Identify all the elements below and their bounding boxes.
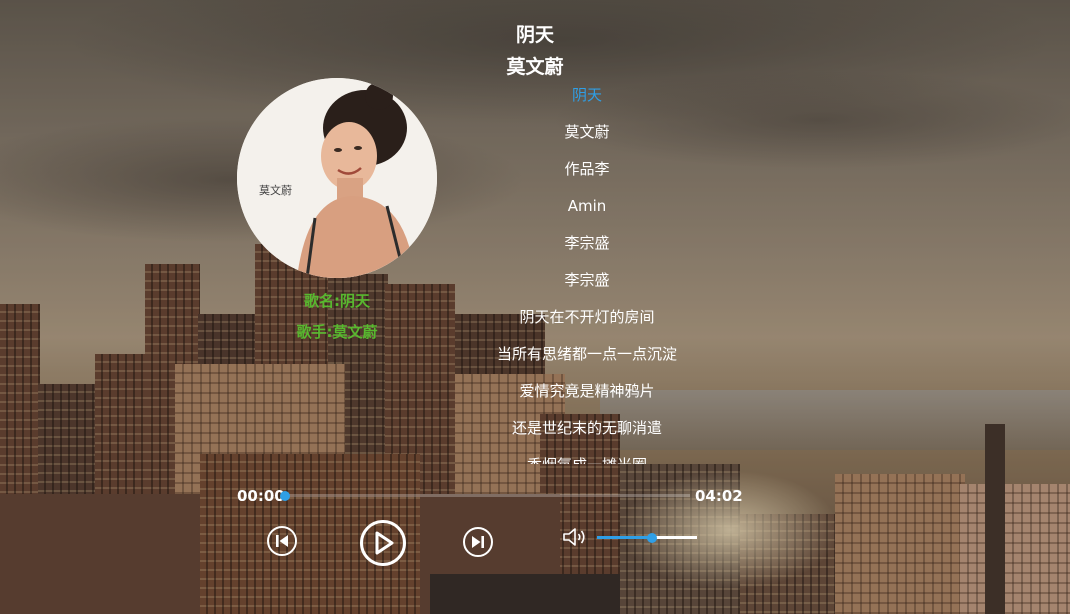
next-button[interactable] — [462, 526, 494, 558]
cover-text: 莫文蔚 — [259, 183, 292, 197]
lyric-line: 爱情究竟是精神鸦片 — [519, 382, 655, 400]
volume-button[interactable] — [562, 526, 588, 548]
volume-icon — [563, 528, 585, 546]
progress-knob[interactable] — [280, 490, 290, 501]
song-name-label: 歌名:阴天 — [304, 292, 370, 310]
current-time: 00:00 — [237, 487, 285, 505]
lyric-line: 李宗盛 — [564, 271, 610, 289]
song-artist: 莫文蔚 — [506, 56, 564, 78]
lyric-line: 李宗盛 — [564, 234, 610, 252]
lyric-line: 阴天在不开灯的房间 — [519, 308, 655, 326]
singer-label: 歌手:莫文蔚 — [296, 323, 378, 341]
song-title: 阴天 — [515, 24, 554, 46]
previous-button[interactable] — [266, 525, 298, 557]
lyric-line: 当所有思绪都一点一点沉淀 — [496, 345, 677, 363]
play-button[interactable] — [359, 519, 407, 567]
skip-next-icon — [463, 527, 493, 557]
progress-bar[interactable] — [280, 490, 690, 501]
total-time: 04:02 — [695, 487, 743, 505]
skip-previous-icon — [267, 526, 297, 556]
album-cover: 莫文蔚 — [237, 78, 437, 278]
lyric-line: 香烟氧成一摊光圈 — [437, 454, 737, 464]
lyrics-panel[interactable]: 阴天 莫文蔚 作品李 Amin 李宗盛 李宗盛 阴天在不开灯的房间 当所有思绪都一点一点沉淀爱… — [437, 84, 737, 464]
lyric-line: Amin — [567, 197, 607, 215]
volume-fill — [597, 536, 652, 539]
volume-knob[interactable] — [647, 532, 657, 543]
play-icon — [360, 520, 406, 566]
volume-slider[interactable] — [597, 532, 697, 543]
lyric-line: 还是世纪末的无聊消遣 — [511, 419, 662, 437]
lyric-line: 阴天 — [571, 86, 602, 104]
lyric-line: 作品李 — [564, 160, 610, 178]
lyric-line: 莫文蔚 — [564, 123, 610, 141]
